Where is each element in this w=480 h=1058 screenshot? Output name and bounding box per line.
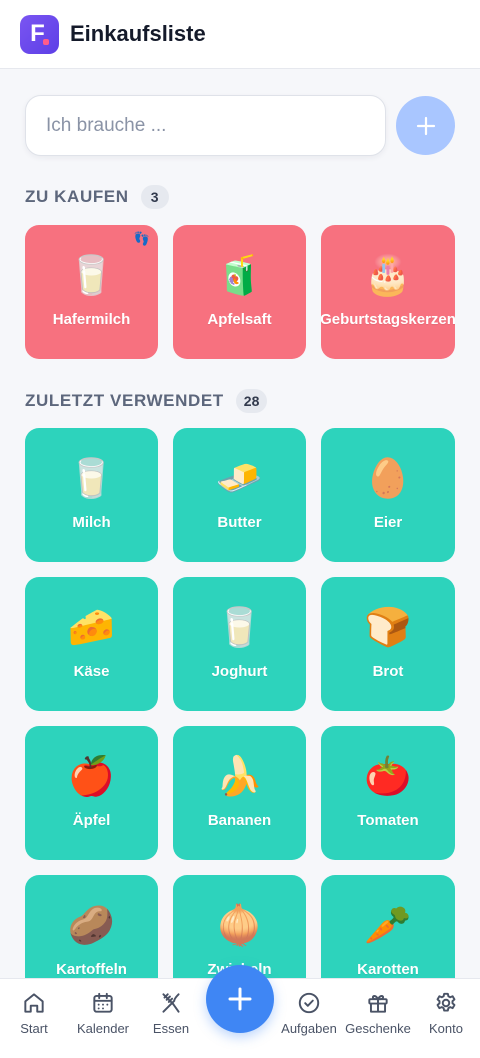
recent-grid: 🥛 Milch 🧈 Butter 🥚 Eier 🧀 Käse 🥛 Joghurt 🍞 Brot 🍎 Äpf…	[25, 428, 455, 1009]
app-logo-dot	[43, 38, 49, 45]
item-tile-label: Brot	[372, 662, 404, 680]
nav-label-essen: Essen	[152, 1021, 190, 1036]
fab-add-button[interactable]	[206, 965, 274, 1033]
kaese-icon: 🧀	[67, 606, 116, 649]
count-badge-to-buy: 3	[140, 185, 169, 209]
item-tile-butter[interactable]: 🧈 Butter	[173, 428, 306, 562]
gift-icon	[368, 995, 388, 1013]
joghurt-icon: 🥛	[215, 606, 264, 649]
tomaten-icon: 🍅	[364, 755, 412, 798]
karotten-icon: 🥕	[364, 904, 412, 947]
brot-icon: 🍞	[364, 606, 412, 649]
item-tile-label: Apfelsaft	[207, 310, 272, 328]
add-item-button[interactable]	[396, 96, 455, 155]
aepfel-icon: 🍎	[67, 755, 116, 798]
item-tile-label: Butter	[217, 513, 262, 531]
eier-icon: 🥚	[364, 457, 412, 500]
utensils-icon	[162, 993, 180, 1013]
page-title: Einkaufsliste	[70, 21, 206, 46]
nav-item-aufgaben[interactable]: Aufgaben	[270, 979, 348, 1058]
item-tile-joghurt[interactable]: 🥛 Joghurt	[173, 577, 306, 711]
item-tile-eier[interactable]: 🥚 Eier	[321, 428, 455, 562]
nav-item-essen[interactable]: Essen	[132, 979, 210, 1058]
item-tile-brot[interactable]: 🍞 Brot	[321, 577, 455, 711]
nav-item-geschenke[interactable]: Geschenke	[339, 979, 417, 1058]
item-tile-label: Käse	[73, 662, 110, 680]
section-title-recent: ZULETZT VERWENDET	[25, 391, 224, 410]
bananen-icon: 🍌	[215, 755, 264, 798]
item-tile-tomaten[interactable]: 🍅 Tomaten	[321, 726, 455, 860]
item-tile-geburtstagskerzen[interactable]: 🎂 Geburtstagskerzen	[321, 225, 455, 359]
item-tile-apfelsaft[interactable]: 🧃 Apfelsaft	[173, 225, 306, 359]
item-tile-label: Karotten	[357, 960, 419, 978]
nav-item-kalender[interactable]: Kalender	[64, 979, 142, 1058]
item-tile-label: Milch	[72, 513, 111, 531]
nav-item-konto[interactable]: Konto	[407, 979, 480, 1058]
add-item-row	[25, 95, 455, 156]
nav-label-start: Start	[20, 1021, 48, 1036]
zwiebeln-icon: 🧅	[215, 904, 264, 947]
calendar-icon	[93, 992, 113, 1013]
to-buy-section-header: ZU KAUFEN 3	[25, 185, 169, 209]
item-tile-label: Tomaten	[357, 811, 419, 829]
to-buy-grid: 👣 🥛 Hafermilch 🧃 Apfelsaft 🎂 Geburtstagskerzen	[25, 225, 455, 359]
app-header: F Einkaufsliste	[0, 0, 480, 69]
nav-label-geschenke: Geschenke	[345, 1021, 411, 1036]
hafermilch-icon: 🥛	[67, 254, 116, 297]
recent-section-header: ZULETZT VERWENDET 28	[25, 389, 268, 413]
add-item-input[interactable]	[25, 95, 386, 156]
geburtstagskerzen-icon: 🎂	[364, 254, 412, 297]
item-tile-label: Joghurt	[211, 662, 268, 680]
count-badge-recent: 28	[235, 389, 268, 413]
apfelsaft-icon: 🧃	[215, 254, 264, 297]
nav-label-konto: Konto	[429, 1021, 463, 1036]
app-logo: F	[20, 14, 59, 54]
plus-icon	[228, 987, 252, 1011]
item-tile-label: Geburtstagskerzen	[321, 310, 455, 328]
item-tile-kaese[interactable]: 🧀 Käse	[25, 577, 158, 711]
gear-icon	[436, 992, 456, 1012]
item-tile-label: Bananen	[207, 811, 272, 829]
item-tile-hafermilch[interactable]: 👣 🥛 Hafermilch	[25, 225, 158, 359]
item-tile-aepfel[interactable]: 🍎 Äpfel	[25, 726, 158, 860]
item-tile-label: Äpfel	[72, 811, 111, 829]
footprints-icon: 👣	[133, 231, 150, 246]
butter-icon: 🧈	[215, 457, 264, 500]
home-icon	[24, 993, 44, 1013]
item-tile-label: Kartoffeln	[56, 960, 127, 978]
item-tile-label: Hafermilch	[52, 310, 131, 328]
nav-label-kalender: Kalender	[76, 1021, 130, 1036]
section-title-to-buy: ZU KAUFEN	[25, 187, 129, 206]
kartoffeln-icon: 🥔	[67, 904, 116, 947]
item-tile-label: Eier	[373, 513, 403, 531]
nav-label-aufgaben: Aufgaben	[281, 1021, 337, 1036]
check-circle-icon	[298, 992, 320, 1014]
item-tile-milch[interactable]: 🥛 Milch	[25, 428, 158, 562]
nav-item-start[interactable]: Start	[0, 979, 73, 1058]
item-tile-bananen[interactable]: 🍌 Bananen	[173, 726, 306, 860]
plus-icon	[416, 116, 435, 135]
milch-icon: 🥛	[67, 457, 116, 500]
